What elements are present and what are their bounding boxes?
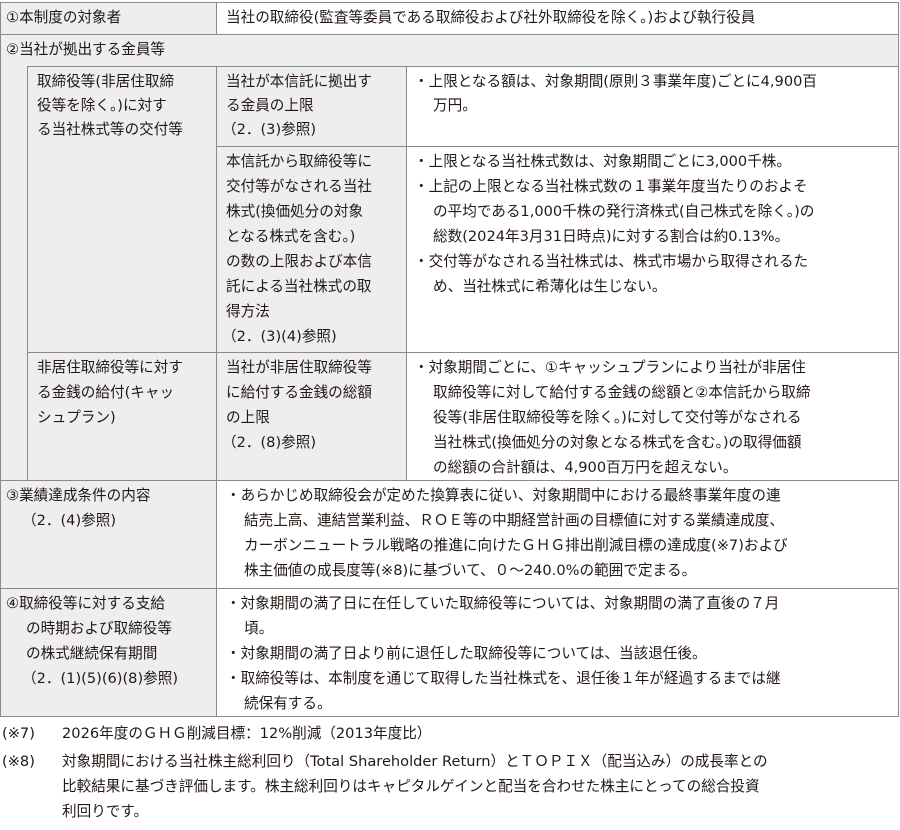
sub1a-item-line: る金員の上限 xyxy=(226,97,314,114)
row4-bullet-line: 続保有する。 xyxy=(244,695,332,712)
sub1b-bullet-line: の平均である1,000千株の発行済株式(自己株式を除く。)の xyxy=(433,203,815,220)
row4-label-line: の時期および取締役等 xyxy=(26,620,172,637)
sub1b-item-line: の数の上限および本信 xyxy=(226,253,372,270)
footnote-mark: (※8) xyxy=(2,753,35,770)
sub1b-item-line: 交付等がなされる当社 xyxy=(226,178,372,195)
rule-row2-col2 xyxy=(216,66,217,480)
sub1b-item-line: 託による当社株式の取 xyxy=(226,278,372,295)
sub1b-item-line: 得方法 xyxy=(226,303,270,320)
sub1a-item-line: （2．(3)参照) xyxy=(222,121,317,138)
sub1-label-line: 取締役等(非居住取締 xyxy=(37,73,175,90)
row2-left-strip-bg xyxy=(0,66,27,480)
sub2-bullet-line: 取締役等に対して給付する金銭の総額と②本信託から取締 xyxy=(433,384,811,401)
footnote-line: 対象期間における当社株主総利回り（Total Shareholder Retur… xyxy=(62,753,768,770)
row1-value: 当社の取締役(監査等委員である取締役および社外取締役を除く。)および執行役員 xyxy=(226,9,756,26)
rule-row2-indent xyxy=(27,66,28,480)
sub1b-item-line: 本信託から取締役等に xyxy=(226,153,372,170)
rule-row1-bottom xyxy=(0,34,899,35)
rule-left xyxy=(0,2,1,716)
sub1b-bullet-line: ・上限となる当社株式数は、対象期間ごとに3,000千株。 xyxy=(414,153,791,170)
rule-sub1a-bottom xyxy=(216,146,899,147)
sub1a-item-line: 当社が本信託に拠出す xyxy=(226,73,372,90)
rule-row34-divider xyxy=(216,480,217,716)
footnote-line: 比較結果に基づき評価します。株主総利回りはキャピタルゲインと配当を合わせた株主に… xyxy=(62,778,760,795)
rule-table-bottom xyxy=(0,716,899,717)
row3-label-line: （2．(4)参照) xyxy=(22,512,117,529)
rule-right xyxy=(898,2,899,716)
sub1a-bullet-line: ・上限となる額は、対象期間(原則３事業年度)ごとに4,900百 xyxy=(414,73,817,90)
row3-bullet-line: 株主価値の成長度等(※8)に基づいて、０～240.0%の範囲で定まる。 xyxy=(244,562,697,579)
footnote-mark: (※7) xyxy=(2,725,35,742)
row1-label: ①本制度の対象者 xyxy=(6,9,122,26)
rule-row1-divider xyxy=(216,2,217,34)
footnote-line: 2026年度のＧＨＧ削減目標：12%削減（2013年度比） xyxy=(62,725,432,742)
rule-top xyxy=(0,2,899,3)
row4-bullet-line: ・対象期間の満了日に在任していた取締役等については、対象期間の満了直後の７月 xyxy=(226,595,780,612)
rule-sub1-bottom xyxy=(27,352,899,353)
row4-label-line: ④取締役等に対する支給 xyxy=(6,595,166,612)
sub1a-bullet-line: 万円。 xyxy=(433,97,477,114)
row3-bullet-line: 結売上高、連結営業利益、ＲＯＥ等の中期経営計画の目標値に対する業績達成度、 xyxy=(244,512,784,529)
row4-label-line: の株式継続保有期間 xyxy=(26,645,158,662)
sub2-item-line: （2．(8)参照) xyxy=(222,434,317,451)
footnote-line: 利回りです。 xyxy=(62,803,149,820)
sub2-label-line: 非居住取締役等に対す xyxy=(37,359,183,376)
sub1-label-line: 役等を除く。)に対す xyxy=(37,97,167,114)
sub1b-item-line: 株式(換価処分の対象 xyxy=(226,203,364,220)
sub2-label-line: シュプラン) xyxy=(37,409,116,426)
sub1b-item-line: となる株式を含む。) xyxy=(226,228,356,245)
row4-label-line: （2．(1)(5)(6)(8)参照) xyxy=(22,670,179,687)
row4-bullet-line: ・対象期間の満了日より前に退任した取締役等については、当該退任後。 xyxy=(226,645,707,662)
sub1-label-line: る当社株式等の交付等 xyxy=(37,121,183,138)
sub2-item-line: の上限 xyxy=(226,409,270,426)
sub2-bullet-line: 役等(非居住取締役等を除く。)に対して交付等がなされる xyxy=(433,409,802,426)
sub2-bullet-line: の総額の合計額は、4,900百万円を超えない。 xyxy=(433,459,738,476)
sub1b-bullet-line: ・上記の上限となる当社株式数の１事業年度当たりのおよそ xyxy=(414,178,808,195)
sub2-bullet-line: ・対象期間ごとに、①キャッシュプランにより当社が非居住 xyxy=(414,359,806,376)
rule-row2-bottom xyxy=(0,480,899,481)
sub1b-bullet-line: ・交付等がなされる当社株式は、株式市場から取得されるた xyxy=(414,253,809,270)
row4-bullet-line: 頃。 xyxy=(244,620,274,637)
row3-bullet-line: カーボンニュートラル戦略の推進に向けたＧＨＧ排出削減目標の達成度(※7)および xyxy=(244,537,788,554)
sub1b-bullet-line: 総数(2024年3月31日時点)に対する割合は約0.13%。 xyxy=(433,228,790,245)
sub2-item-line: に給付する金銭の総額 xyxy=(226,384,372,401)
row4-bullet-line: ・取締役等は、本制度を通じて取得した当社株式を、退任後１年が経過するまでは継 xyxy=(226,670,781,687)
row3-label-line: ③業績達成条件の内容 xyxy=(6,487,151,504)
sub2-item-line: 当社が非居住取締役等 xyxy=(226,359,372,376)
sub2-label-line: る金銭の給付(キャッ xyxy=(37,384,175,401)
row2-label: ②当社が拠出する金員等 xyxy=(6,41,166,58)
sub1b-item-line: （2．(3)(4)参照) xyxy=(222,328,337,345)
rule-row3-bottom xyxy=(0,588,899,589)
rule-row2-col3 xyxy=(406,66,407,480)
row3-bullet-line: ・あらかじめ取締役会が定めた換算表に従い、対象期間中における最終事業年度の連 xyxy=(226,487,781,504)
rule-row2-header-bottom xyxy=(27,66,899,67)
sub2-bullet-line: 当社株式(換価処分の対象となる株式を含む。)の取得価額 xyxy=(433,434,802,451)
sub1b-bullet-line: め、当社株式に希薄化は生じない。 xyxy=(433,278,667,295)
